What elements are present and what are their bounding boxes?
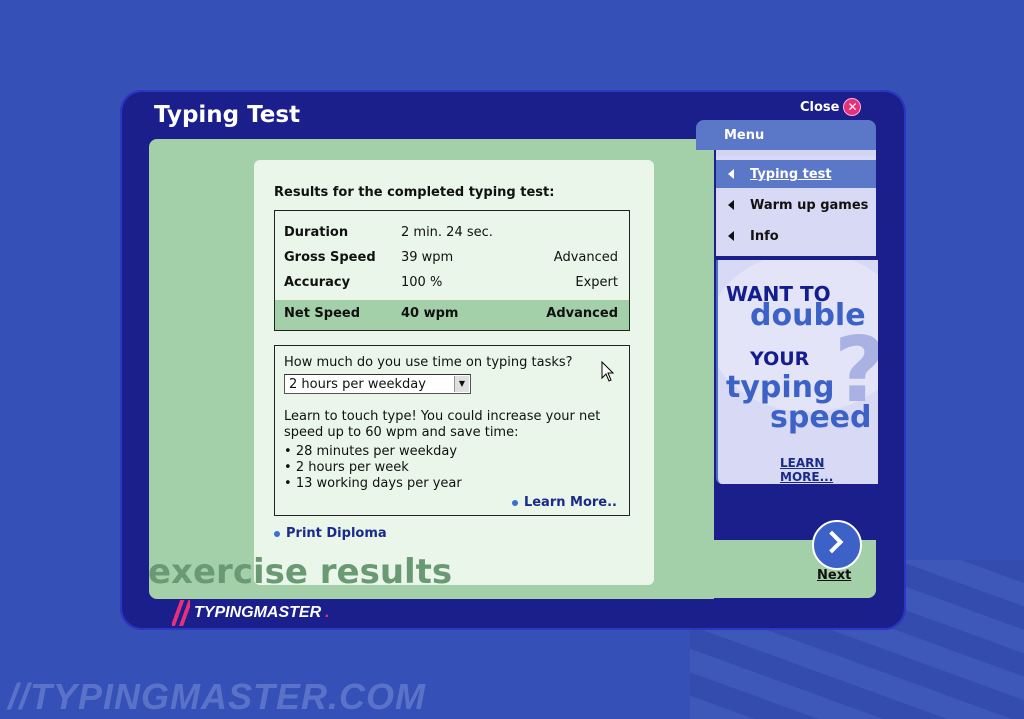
chevron-left-icon <box>728 231 734 241</box>
learn-more-link[interactable]: Learn More.. <box>512 495 617 510</box>
menu-item-typing-test[interactable]: Typing test <box>716 160 876 188</box>
result-level: Expert <box>575 275 618 290</box>
brand-name: TYPINGMASTER <box>194 604 322 621</box>
usage-select[interactable]: 2 hours per weekday ▼ <box>284 374 471 394</box>
result-row-gross-speed: Gross Speed 39 wpm Advanced <box>275 246 629 271</box>
next-button[interactable] <box>812 520 862 570</box>
promo-line: speed <box>770 400 872 435</box>
result-row-net-speed: Net Speed 40 wpm Advanced <box>275 300 629 330</box>
usage-select-value: 2 hours per weekday <box>289 377 426 392</box>
list-item: 13 working days per year <box>284 476 462 492</box>
usage-box: How much do you use time on typing tasks… <box>274 345 630 516</box>
chevron-right-icon <box>820 530 844 554</box>
menu-item-label: Info <box>750 229 779 244</box>
results-table: Duration 2 min. 24 sec. Gross Speed 39 w… <box>274 210 630 331</box>
results-panel: Results for the completed typing test: D… <box>254 160 654 585</box>
promo-line: double <box>750 298 866 333</box>
close-label: Close <box>800 99 840 115</box>
mouse-cursor-icon <box>601 361 615 382</box>
menu-item-label: Warm up games <box>750 198 869 213</box>
next-label[interactable]: Next <box>817 568 851 583</box>
side-menu: Typing test Warm up games Info <box>716 156 876 256</box>
result-value: 39 wpm <box>401 250 454 265</box>
menu-item-info[interactable]: Info <box>716 222 876 250</box>
logo-slashes-icon <box>172 600 190 626</box>
brand-logo: TYPINGMASTER . <box>172 600 330 626</box>
menu-item-warm-up-games[interactable]: Warm up games <box>716 191 876 219</box>
window-title: Typing Test <box>154 102 301 128</box>
close-button[interactable]: Close ✕ <box>800 98 862 116</box>
advice-text: Learn to touch type! You could increase … <box>284 409 601 440</box>
chevron-left-icon <box>728 200 734 210</box>
result-label: Duration <box>284 225 349 240</box>
results-heading: Results for the completed typing test: <box>274 185 555 200</box>
print-diploma-link[interactable]: Print Diploma <box>274 526 387 541</box>
menu-header: Menu <box>696 120 876 150</box>
result-row-accuracy: Accuracy 100 % Expert <box>275 271 629 296</box>
promo-learn-more-link[interactable]: LEARN MORE... <box>780 456 878 484</box>
result-value: 100 % <box>401 275 443 290</box>
savings-list: 28 minutes per weekday 2 hours per week … <box>284 444 462 492</box>
result-label: Gross Speed <box>284 250 376 265</box>
brand-dot: . <box>325 604 330 621</box>
chevron-left-icon <box>728 169 734 179</box>
usage-question: How much do you use time on typing tasks… <box>284 355 573 370</box>
menu-item-label: Typing test <box>750 167 832 182</box>
result-value: 2 min. 24 sec. <box>401 225 493 240</box>
result-label: Accuracy <box>284 275 351 290</box>
list-item: 28 minutes per weekday <box>284 444 462 460</box>
result-label: Net Speed <box>284 306 361 321</box>
chevron-down-icon[interactable]: ▼ <box>454 376 469 392</box>
result-value: 40 wpm <box>401 306 459 321</box>
background-watermark: //TYPINGMASTER.COM <box>8 676 427 717</box>
section-label: exercise results <box>148 552 453 592</box>
menu-title: Menu <box>724 128 765 143</box>
close-icon[interactable]: ✕ <box>843 98 862 116</box>
result-row-duration: Duration 2 min. 24 sec. <box>275 221 629 246</box>
list-item: 2 hours per week <box>284 460 462 476</box>
promo-line: YOUR <box>750 348 810 370</box>
result-level: Advanced <box>546 306 618 321</box>
promo-banner[interactable]: ? WANT TO double YOUR typing speed LEARN… <box>716 260 878 484</box>
result-level: Advanced <box>553 250 618 265</box>
typing-test-window: Typing Test Close ✕ Results for the comp… <box>120 90 906 630</box>
